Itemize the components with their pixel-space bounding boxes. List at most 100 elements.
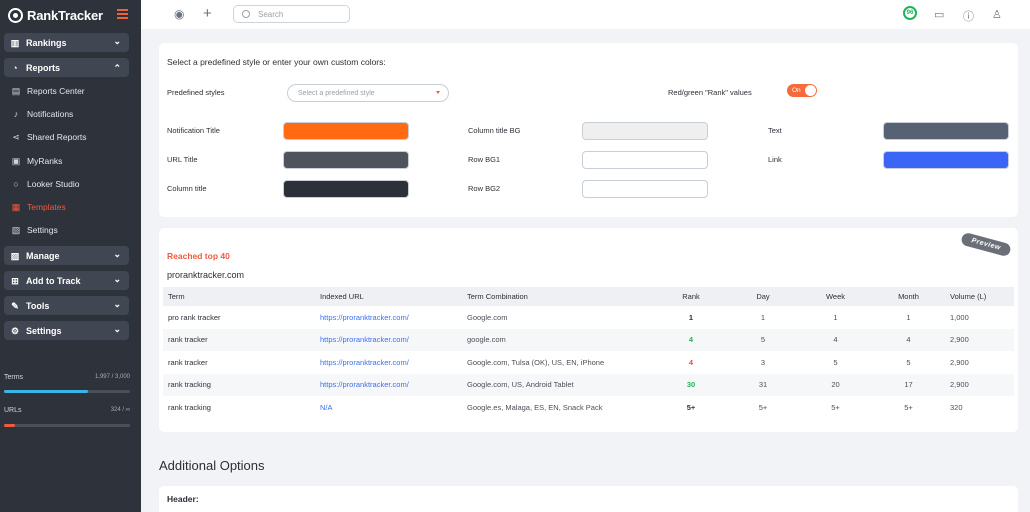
looker-icon: ○ [13,179,19,189]
sidebar-item-myranks[interactable]: ▣ MyRanks [11,156,63,166]
templates-icon: ▦ [11,202,21,212]
sidebar: RankTracker ▥ Rankings ⌄ ◔ Reports ⌃ ▤ R… [0,0,141,512]
user-icon[interactable]: ♙ [992,8,1002,21]
notification-title-color-field[interactable] [283,122,409,140]
terms-meter-fill [4,390,88,393]
sidebar-group-label: Rankings [26,37,67,48]
logo-icon [8,7,23,23]
link-color-field[interactable] [883,151,1009,169]
table-header-row: Term Indexed URL Term Combination Rank D… [163,287,1014,306]
add-icon: ⊞ [11,275,19,286]
term-combination-cell: Google.es, Malaga, ES, EN, Snack Pack [467,402,603,412]
rankings-icon: ▥ [10,37,20,48]
volume-cell: 2,900 [945,328,1014,351]
urls-meter-fill [4,424,16,427]
top-bar: ◉ + Search 96 ▭ ⓘ ♙ [141,0,1030,29]
chat-icon[interactable]: ▭ [934,8,944,21]
text-label: Text [768,126,782,135]
row-bg2-color-field[interactable] [582,180,708,198]
month-cell: 1 [906,312,911,322]
sidebar-group-settings[interactable]: ⚙ Settings ⌄ [4,321,129,340]
chevron-down-icon: ⌄ [113,299,121,309]
additional-options-card: Header: [159,486,1018,512]
sidebar-group-rankings[interactable]: ▥ Rankings ⌄ [4,33,129,52]
week-cell: 1 [833,312,838,322]
url-title-color-field[interactable] [283,151,409,169]
term-cell: rank tracker [168,357,208,367]
table-row: rank tracker https://proranktracker.com/G… [163,351,1014,374]
indexed-url-cell[interactable]: https://proranktracker.com/ [315,306,462,329]
row-bg2-label: Row BG2 [468,184,501,193]
notification-title-label: Notification Title [167,126,220,135]
column-title-color-field[interactable] [283,180,409,198]
day-cell: 5+ [758,402,768,412]
month-cell: 5 [906,357,911,367]
sidebar-group-manage[interactable]: ▨ Manage ⌄ [4,246,129,265]
column-title-bg-color-field[interactable] [582,122,708,140]
preview-badge: Preview [960,231,1012,258]
week-cell: 20 [799,373,872,396]
sidebar-item-label: Reports Center [27,86,85,96]
predefined-style-select[interactable]: Select a predefined style [287,84,449,102]
gear-icon: ⚙ [10,325,20,336]
term-combination-cell: google.com [462,328,655,351]
column-header-week: Week [799,287,872,306]
toggle-knob [805,85,816,96]
sidebar-item-label: Shared Reports [27,132,87,142]
sidebar-group-reports[interactable]: ◔ Reports ⌃ [4,58,129,77]
sidebar-group-label: Manage [26,250,60,261]
preview-table: Term Indexed URL Term Combination Rank D… [163,287,1014,419]
term-cell: rank tracker [163,328,315,351]
day-cell: 1 [760,312,766,322]
indexed-url-cell[interactable]: N/A [315,396,462,419]
rank-cell: 5+ [686,402,696,412]
rank-cell: 4 [688,357,694,367]
sidebar-item-reports-center[interactable]: ▤ Reports Center [11,86,85,96]
term-combination-cell: Google.com, US, Android Tablet [462,373,655,396]
plus-icon[interactable]: + [203,5,212,22]
dropdown-caret-icon [436,91,440,94]
tools-icon: ✎ [11,300,19,311]
text-color-field[interactable] [883,122,1009,140]
header-option-label: Header: [167,494,199,504]
row-bg1-color-field[interactable] [582,151,708,169]
color-settings-card: Select a predefined style or enter your … [159,43,1018,217]
rank-cell: 30 [655,373,727,396]
column-header-term: Term [163,287,315,306]
url-title: proranktracker.com [167,270,245,280]
chevron-down-icon: ⌄ [113,274,121,284]
menu-toggle-icon[interactable] [117,9,128,19]
table-row: rank tracking https://proranktracker.com/… [163,373,1014,396]
sidebar-item-templates[interactable]: ▦ Templates [11,202,66,212]
sidebar-item-shared-reports[interactable]: ⋖ Shared Reports [11,132,87,142]
term-cell: rank tracking [163,373,315,396]
reports-center-icon: ▤ [11,86,21,96]
urls-meter-value: 324 / ∞ [110,407,130,413]
help-icon[interactable]: ⓘ [963,8,974,24]
indexed-url-cell[interactable]: https://proranktracker.com/ [315,351,462,374]
volume-cell: 320 [950,402,963,412]
search-input[interactable]: Search [233,5,350,23]
search-icon [242,10,250,18]
toggle-state-label: On [792,87,801,94]
indexed-url-cell[interactable]: https://proranktracker.com/ [315,328,462,351]
app-logo[interactable]: RankTracker [8,7,103,23]
sidebar-item-label: Notifications [27,109,74,119]
sidebar-group-add-to-track[interactable]: ⊞ Add to Track ⌄ [4,271,129,290]
sidebar-item-report-settings[interactable]: ▧ Settings [11,225,58,235]
sidebar-group-label: Settings [26,325,62,336]
score-badge[interactable]: 96 [903,6,917,20]
column-title-bg-label: Column title BG [468,126,521,135]
sidebar-group-tools[interactable]: ✎ Tools ⌄ [4,296,129,315]
chevron-down-icon: ⌄ [113,249,121,259]
sidebar-item-looker-studio[interactable]: ○ Looker Studio [11,179,79,189]
notification-title: Reached top 40 [167,251,230,261]
column-header-volume: Volume (L) [945,287,1014,306]
eye-icon[interactable]: ◉ [174,7,184,21]
day-cell: 31 [727,373,799,396]
sidebar-item-notifications[interactable]: ♪ Notifications [11,109,74,119]
day-cell: 5 [727,328,799,351]
indexed-url-cell[interactable]: https://proranktracker.com/ [315,373,462,396]
redgreen-rank-toggle[interactable]: On [787,84,817,97]
bell-icon: ♪ [13,109,19,119]
